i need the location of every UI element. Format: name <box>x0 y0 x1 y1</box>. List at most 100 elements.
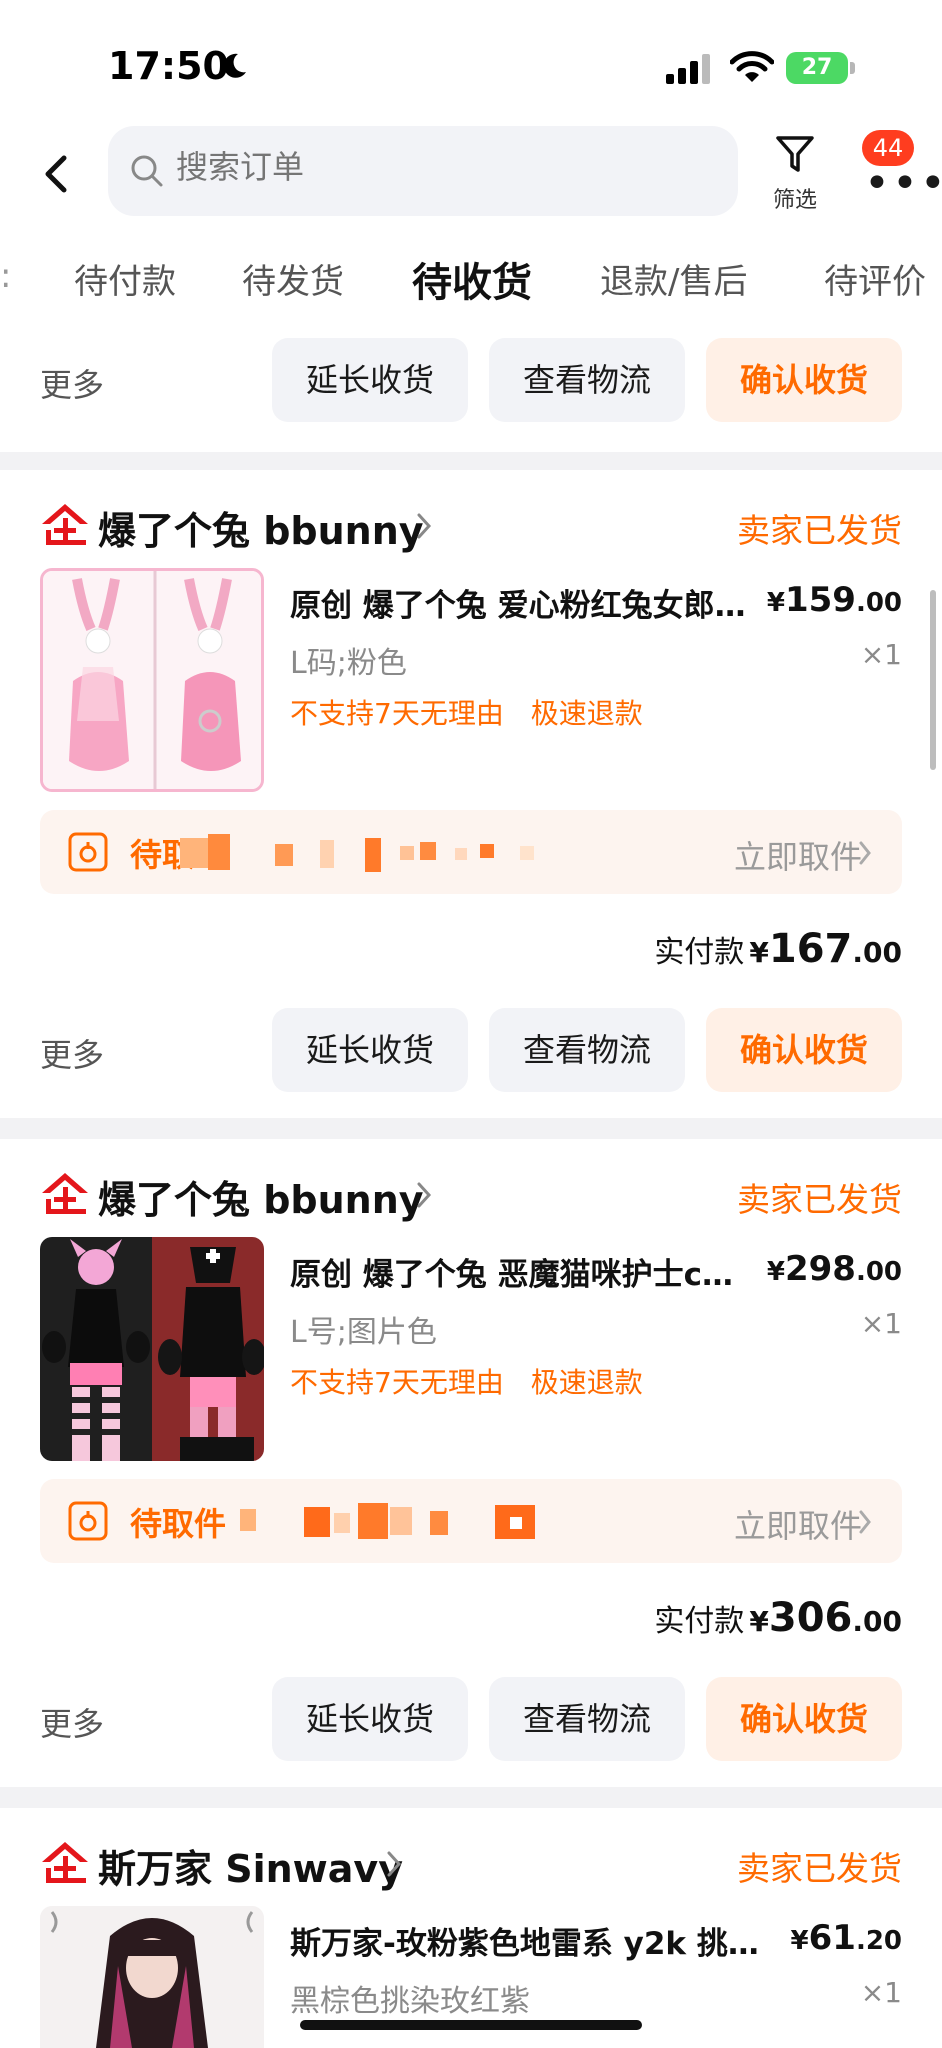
wifi-icon <box>730 51 774 82</box>
more-dots-icon: ••• <box>864 158 942 209</box>
more-link[interactable]: 更多 <box>40 1030 104 1076</box>
pickup-now-link[interactable]: 立即取件 <box>734 832 862 878</box>
product-thumbnail[interactable] <box>40 1906 264 2048</box>
price-decimal: .00 <box>855 588 902 618</box>
confirm-receipt-button[interactable]: 确认收货 <box>706 1008 902 1092</box>
product-sku: 黑棕色挑染玫红紫 <box>290 1984 530 2019</box>
paid-symbol: ¥ <box>749 936 769 969</box>
extend-receipt-button[interactable]: 延长收货 <box>272 1008 468 1092</box>
more-link[interactable]: 更多 <box>40 1699 104 1745</box>
product-title[interactable]: 斯万家-玫粉紫色地雷系 y2k 挑染… <box>290 1918 780 1963</box>
tab-pending-shipment[interactable]: 待发货 <box>242 254 344 303</box>
view-logistics-button[interactable]: 查看物流 <box>489 1677 685 1761</box>
pickup-now-link[interactable]: 立即取件 <box>734 1501 862 1547</box>
tab-pending-payment[interactable]: 待付款 <box>74 254 176 303</box>
product-sku: L号;图片色 <box>290 1315 437 1350</box>
tag-no-7day-return: 不支持7天无理由 <box>290 1366 504 1399</box>
product-title[interactable]: 原创 爆了个兔 爱心粉红兔女郎… <box>290 580 780 625</box>
product-image-pink-bunny <box>43 571 261 789</box>
action-row: 更多 延长收货 查看物流 确认收货 <box>0 1669 942 1769</box>
paid-integer: 167 <box>768 926 853 972</box>
search-icon <box>131 155 163 187</box>
shop-header[interactable]: 爆了个兔 bbunny 卖家已发货 <box>40 498 902 554</box>
battery-level: 27 <box>786 52 848 84</box>
price-integer: 159 <box>784 580 856 620</box>
action-row: 更多 延长收货 查看物流 确认收货 <box>0 1000 942 1100</box>
tab-pending-review[interactable]: 待评价 <box>824 254 926 303</box>
more-menu-button[interactable]: 44 ••• <box>850 130 942 210</box>
tab-refund-aftersale[interactable]: 退款/售后 <box>600 254 747 303</box>
paid-decimal: .00 <box>852 1605 902 1638</box>
order-status: 卖家已发货 <box>737 511 902 550</box>
paid-amount: 实付款 ¥306.00 <box>654 1595 902 1641</box>
pickup-bar[interactable]: 待取 立即取件 <box>40 810 902 894</box>
extend-receipt-button[interactable]: 延长收货 <box>272 1677 468 1761</box>
price-symbol: ¥ <box>790 1926 809 1956</box>
filter-funnel-icon <box>776 136 814 172</box>
pickup-locker-icon <box>68 1501 108 1541</box>
filter-button[interactable]: 筛选 <box>760 132 830 222</box>
status-bar: 17:50 27 <box>0 0 942 120</box>
view-logistics-button[interactable]: 查看物流 <box>489 1008 685 1092</box>
moon-icon <box>223 53 246 78</box>
paid-amount: 实付款 ¥167.00 <box>654 926 902 972</box>
order-tabs: : 待付款 待发货 待收货 退款/售后 待评价 <box>0 230 942 330</box>
product-title[interactable]: 原创 爆了个兔 恶魔猫咪护士c… <box>290 1249 780 1294</box>
shop-header[interactable]: 爆了个兔 bbunny 卖家已发货 <box>40 1167 902 1223</box>
action-row: 更多 延长收货 查看物流 确认收货 <box>0 330 942 430</box>
view-logistics-button[interactable]: 查看物流 <box>489 338 685 422</box>
chevron-right-icon <box>417 1182 432 1208</box>
product-price: ¥159.00 <box>767 580 902 620</box>
paid-label: 实付款 <box>654 935 745 970</box>
redacted-pickup-code <box>240 1503 535 1539</box>
battery-icon: 27 <box>786 52 856 84</box>
status-time: 17:50 <box>108 44 229 88</box>
tmall-enterprise-logo-icon <box>42 1842 88 1883</box>
shop-name[interactable]: 斯万家 Sinwavy <box>98 1838 403 1893</box>
pickup-locker-icon <box>68 832 108 872</box>
price-symbol: ¥ <box>766 1257 785 1287</box>
product-price: ¥61.20 <box>791 1918 902 1958</box>
price-symbol: ¥ <box>766 588 785 618</box>
product-image-wig <box>40 1906 264 2048</box>
extend-receipt-button[interactable]: 延长收货 <box>272 338 468 422</box>
order-status: 卖家已发货 <box>737 1849 902 1888</box>
paid-decimal: .00 <box>852 936 902 969</box>
order-card: 爆了个兔 bbunny 卖家已发货 原创 爆了个兔 恶魔猫咪护士c… ¥298.… <box>0 1139 942 1787</box>
product-thumbnail[interactable] <box>40 1237 264 1461</box>
service-tags: 不支持7天无理由 极速退款 <box>290 692 643 732</box>
product-price: ¥298.00 <box>767 1249 902 1289</box>
paid-symbol: ¥ <box>749 1605 769 1638</box>
paid-integer: 306 <box>768 1595 853 1641</box>
shop-name[interactable]: 爆了个兔 bbunny <box>98 1169 424 1224</box>
price-integer: 61 <box>808 1918 856 1958</box>
tag-fast-refund: 极速退款 <box>530 697 643 730</box>
search-input[interactable] <box>176 148 676 186</box>
previous-order-actions: 更多 延长收货 查看物流 确认收货 <box>0 330 942 452</box>
service-tags: 不支持7天无理由 极速退款 <box>290 1361 643 1401</box>
chevron-right-icon <box>417 513 432 539</box>
order-status: 卖家已发货 <box>737 1180 902 1219</box>
confirm-receipt-button[interactable]: 确认收货 <box>706 1677 902 1761</box>
product-thumbnail[interactable] <box>40 568 264 792</box>
scrollbar[interactable] <box>930 590 936 770</box>
shop-name[interactable]: 爆了个兔 bbunny <box>98 500 424 555</box>
more-link[interactable]: 更多 <box>40 360 104 406</box>
header: 筛选 44 ••• <box>0 120 942 230</box>
confirm-receipt-button[interactable]: 确认收货 <box>706 338 902 422</box>
tab-pending-receipt[interactable]: 待收货 <box>412 250 532 308</box>
home-indicator[interactable] <box>300 2020 642 2030</box>
product-sku: L码;粉色 <box>290 646 407 681</box>
battery-tip <box>850 62 855 74</box>
redacted-pickup-code <box>180 834 534 872</box>
tag-no-7day-return: 不支持7天无理由 <box>290 697 504 730</box>
price-decimal: .20 <box>855 1926 902 1956</box>
tab-edge-fragment: : <box>0 256 12 296</box>
filter-label: 筛选 <box>772 188 817 213</box>
search-box[interactable] <box>108 126 738 216</box>
price-decimal: .00 <box>855 1257 902 1287</box>
back-arrow-icon[interactable] <box>36 146 76 202</box>
product-quantity: ×1 <box>860 1307 902 1340</box>
pickup-bar[interactable]: 待取件 立即取件 <box>40 1479 902 1563</box>
shop-header[interactable]: 斯万家 Sinwavy 卖家已发货 <box>40 1836 902 1892</box>
